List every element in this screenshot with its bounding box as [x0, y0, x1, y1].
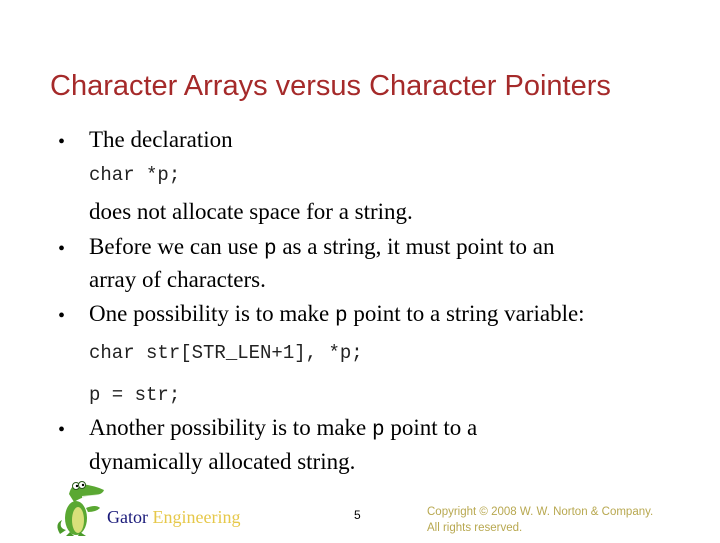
copyright-line-1: Copyright © 2008 W. W. Norton & Company.: [427, 506, 654, 518]
bullet-marker: •: [58, 305, 66, 327]
copyright-notice: Copyright © 2008 W. W. Norton & Company.…: [427, 504, 653, 536]
inline-code-p: p: [334, 305, 348, 328]
brand-gator: Gator: [107, 507, 148, 527]
bullet-4-line2: dynamically allocated string.: [89, 449, 356, 474]
bullet-2-line2: array of characters.: [89, 267, 266, 292]
bullet-1-continuation: does not allocate space for a string.: [89, 199, 413, 224]
copyright-line-2: All rights reserved.: [427, 522, 523, 534]
bullet-marker: •: [58, 131, 66, 153]
bullet-1-text: The declaration: [89, 127, 233, 152]
bullet-4-text: Another possibility is to make p point t…: [89, 415, 477, 442]
inline-code-p: p: [372, 419, 385, 442]
bullet-marker: •: [58, 238, 66, 260]
bullet-3-post: point to a string variable:: [347, 301, 585, 326]
code-array-declaration: char str[STR_LEN+1], *p;: [89, 342, 363, 364]
inline-code-p: p: [263, 238, 277, 261]
bullet-4-pre: Another possibility is to make: [89, 415, 373, 440]
gator-mascot-icon: [52, 476, 108, 538]
bullet-2-post: as a string, it must point to an: [276, 234, 555, 259]
code-assignment: p = str;: [89, 384, 181, 406]
bullet-3-pre: One possibility is to make: [89, 301, 335, 326]
bullet-2-text: Before we can use p as a string, it must…: [89, 234, 555, 261]
code-declaration: char *p;: [89, 164, 181, 186]
bullet-4-post: point to a: [384, 415, 478, 440]
brand-engineering: Engineering: [152, 507, 241, 527]
page-number: 5: [354, 508, 361, 522]
footer-brand: Gator Engineering: [107, 507, 240, 528]
slide-title: Character Arrays versus Character Pointe…: [50, 70, 611, 102]
bullet-marker: •: [58, 419, 66, 441]
bullet-2-pre: Before we can use: [89, 234, 264, 259]
bullet-3-text: One possibility is to make p point to a …: [89, 301, 585, 328]
